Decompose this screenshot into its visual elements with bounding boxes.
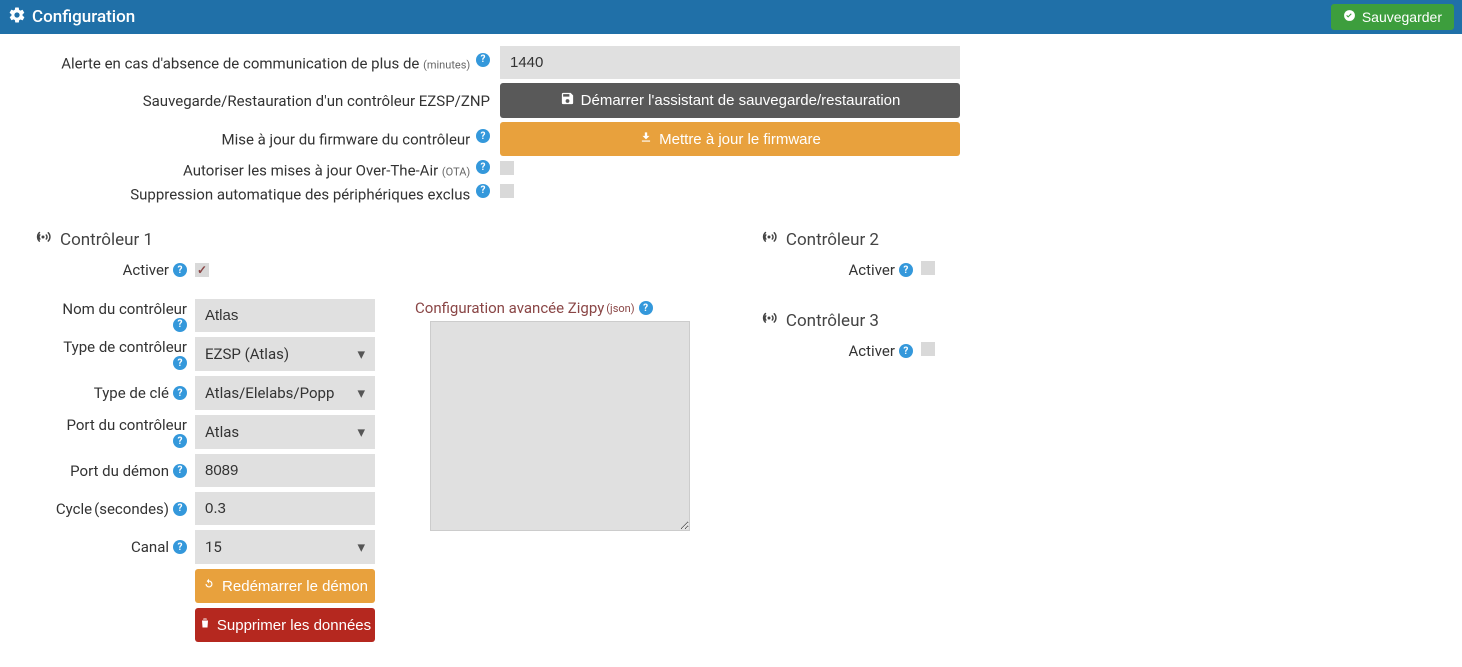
chevron-down-icon: ▾ bbox=[357, 345, 365, 363]
help-icon[interactable]: ? bbox=[476, 53, 490, 67]
c1-key-select[interactable]: Atlas/Elelabs/Popp▾ bbox=[195, 376, 375, 410]
c3-activate-label: Activer bbox=[849, 342, 895, 360]
firmware-update-label: Mise à jour du firmware du contrôleur ? bbox=[20, 129, 500, 149]
help-icon[interactable]: ? bbox=[899, 263, 913, 277]
c1-name-label: Nom du contrôleur bbox=[62, 300, 187, 318]
alert-timeout-label: Alerte en cas d'absence de communication… bbox=[20, 53, 500, 73]
delete-data-button[interactable]: Supprimer les données bbox=[195, 608, 375, 642]
help-icon[interactable]: ? bbox=[899, 344, 913, 358]
save-button[interactable]: Sauvegarder bbox=[1331, 4, 1454, 30]
c1-activate-checkbox[interactable]: ✓ bbox=[195, 263, 209, 277]
refresh-icon bbox=[202, 577, 216, 595]
advanced-config-label: Configuration avancée Zigpy (json) ? bbox=[415, 299, 690, 317]
c2-activate-label: Activer bbox=[849, 261, 895, 279]
help-icon[interactable]: ? bbox=[173, 434, 187, 448]
chevron-down-icon: ▾ bbox=[357, 538, 365, 556]
check-circle-icon bbox=[1343, 9, 1356, 25]
download-icon bbox=[639, 130, 653, 148]
help-icon[interactable]: ? bbox=[173, 386, 187, 400]
help-icon[interactable]: ? bbox=[476, 129, 490, 143]
c1-port-daemon-input[interactable] bbox=[195, 454, 375, 487]
page-header: Configuration Sauvegarder bbox=[0, 0, 1462, 34]
chevron-down-icon: ▾ bbox=[357, 384, 365, 402]
cogs-icon bbox=[8, 6, 26, 29]
help-icon[interactable]: ? bbox=[173, 263, 187, 277]
help-icon[interactable]: ? bbox=[476, 184, 490, 198]
broadcast-icon bbox=[760, 228, 778, 251]
c1-type-label: Type de contrôleur bbox=[63, 338, 187, 356]
c1-activate-label: Activer bbox=[123, 261, 169, 279]
c1-key-label: Type de clé bbox=[94, 384, 169, 402]
advanced-config-textarea[interactable] bbox=[430, 321, 690, 531]
c2-activate-checkbox[interactable] bbox=[921, 261, 935, 275]
help-icon[interactable]: ? bbox=[173, 502, 187, 516]
trash-icon bbox=[199, 616, 211, 634]
c1-channel-select[interactable]: 15▾ bbox=[195, 530, 375, 564]
c3-activate-checkbox[interactable] bbox=[921, 342, 935, 356]
broadcast-icon bbox=[760, 309, 778, 332]
chevron-down-icon: ▾ bbox=[357, 423, 365, 441]
auto-delete-label: Suppression automatique des périphérique… bbox=[20, 184, 500, 204]
ota-label: Autoriser les mises à jour Over-The-Air … bbox=[20, 160, 500, 180]
firmware-update-button[interactable]: Mettre à jour le firmware bbox=[500, 122, 960, 156]
c1-type-select[interactable]: EZSP (Atlas)▾ bbox=[195, 337, 375, 371]
c1-channel-label: Canal bbox=[131, 538, 169, 556]
help-icon[interactable]: ? bbox=[639, 301, 653, 315]
ota-checkbox[interactable] bbox=[500, 161, 514, 175]
help-icon[interactable]: ? bbox=[173, 540, 187, 554]
c1-cycle-input[interactable] bbox=[195, 492, 375, 525]
backup-restore-button[interactable]: Démarrer l'assistant de sauvegarde/resta… bbox=[500, 83, 960, 118]
alert-timeout-input[interactable] bbox=[500, 46, 960, 79]
c1-name-input[interactable] bbox=[195, 299, 375, 332]
broadcast-icon bbox=[34, 228, 52, 251]
help-icon[interactable]: ? bbox=[173, 356, 187, 370]
auto-delete-checkbox[interactable] bbox=[500, 184, 514, 198]
help-icon[interactable]: ? bbox=[173, 318, 187, 332]
c1-port-daemon-label: Port du démon bbox=[70, 462, 169, 480]
restart-daemon-button[interactable]: Redémarrer le démon bbox=[195, 569, 375, 603]
controller-1-heading: Contrôleur 1 bbox=[34, 228, 746, 251]
c1-port-ctrl-label: Port du contrôleur bbox=[67, 416, 188, 434]
c1-cycle-label: Cycle bbox=[56, 500, 92, 518]
c1-port-ctrl-select[interactable]: Atlas▾ bbox=[195, 415, 375, 449]
controller-2-heading: Contrôleur 2 bbox=[760, 228, 1442, 251]
help-icon[interactable]: ? bbox=[476, 160, 490, 174]
backup-restore-label: Sauvegarde/Restauration d'un contrôleur … bbox=[20, 92, 500, 110]
page-title: Configuration bbox=[32, 7, 135, 27]
save-icon bbox=[560, 91, 575, 110]
help-icon[interactable]: ? bbox=[173, 464, 187, 478]
controller-3-heading: Contrôleur 3 bbox=[760, 309, 1442, 332]
